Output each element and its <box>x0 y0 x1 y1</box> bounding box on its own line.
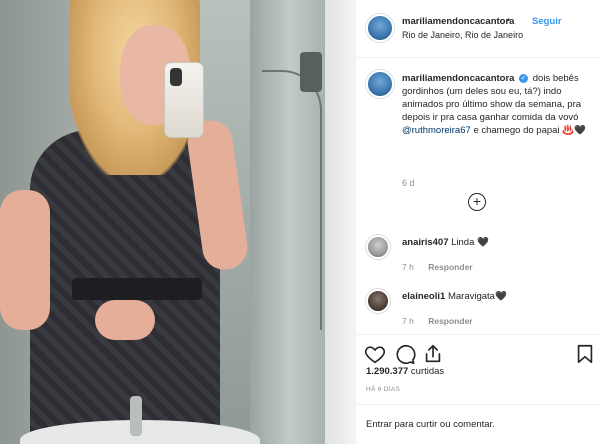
post-caption: mariliamendoncacantora ✓ dois bebês gord… <box>402 72 592 137</box>
comment-login-prompt: Entrar para curtir ou comentar. <box>356 404 600 444</box>
verified-badge-icon: ✓ <box>519 73 529 83</box>
author-avatar[interactable] <box>366 14 394 42</box>
comment-bubble-icon[interactable] <box>394 343 416 365</box>
caption-emoji: ♨️🖤 <box>562 125 586 136</box>
post-photo[interactable] <box>0 0 355 444</box>
photo-person-arm-left <box>0 190 50 330</box>
caption-timestamp[interactable]: 6 d <box>402 178 415 188</box>
likes-count[interactable]: 1.290.377 curtidas <box>366 366 444 377</box>
post-side-panel: mariliamendoncacantora • Seguir Rio de J… <box>355 0 600 444</box>
comment-meta: 7 h Responder <box>402 316 473 326</box>
comment-meta: 7 h Responder <box>402 262 473 272</box>
photo-faucet <box>130 396 142 436</box>
reply-button[interactable]: Responder <box>428 262 472 272</box>
comment-item: elaineoli1 Maravigata🖤 <box>402 291 507 302</box>
post-date[interactable]: HÁ 6 DIAS <box>366 386 400 393</box>
login-link[interactable]: Entrar <box>366 419 392 430</box>
comment-prompt-text: Entrar para curtir ou comentar. <box>366 419 495 430</box>
header-separator: • <box>507 15 511 25</box>
photo-person-belt <box>72 278 202 300</box>
photo-shower-hose <box>262 70 322 330</box>
comment-prompt-rest: para curtir ou comentar. <box>394 419 495 430</box>
photo-phone-camera <box>170 68 182 86</box>
caption-author-avatar[interactable] <box>366 70 394 98</box>
comment-text: Maravigata🖤 <box>447 291 507 302</box>
comment-time[interactable]: 7 h <box>402 316 414 326</box>
caption-text-end: e chamego do papai <box>473 125 560 136</box>
comment-text: Linda 🖤 <box>451 237 489 248</box>
follow-button[interactable]: Seguir <box>532 16 562 27</box>
photo-phone <box>164 62 204 138</box>
comment-avatar[interactable] <box>366 235 390 259</box>
heart-icon[interactable] <box>364 343 386 365</box>
comment-time[interactable]: 7 h <box>402 262 414 272</box>
comment-item: anairis407 Linda 🖤 <box>402 237 489 248</box>
caption-mention[interactable]: @ruthmoreira67 <box>402 125 471 136</box>
photo-door-frame <box>325 0 355 444</box>
likes-label: curtidas <box>410 366 445 377</box>
author-username[interactable]: mariliamendoncacantora <box>402 16 514 27</box>
share-icon[interactable] <box>422 343 444 365</box>
comment-username[interactable]: elaineoli1 <box>402 291 445 302</box>
caption-username[interactable]: mariliamendoncacantora <box>402 73 514 84</box>
load-more-comments-button[interactable]: + <box>468 193 486 211</box>
post-location[interactable]: Rio de Janeiro, Rio de Janeiro <box>402 30 523 40</box>
reply-button[interactable]: Responder <box>428 316 472 326</box>
likes-number: 1.290.377 <box>366 366 409 377</box>
comment-username[interactable]: anairis407 <box>402 237 448 248</box>
comment-avatar[interactable] <box>366 289 390 313</box>
photo-person-hand <box>95 300 155 340</box>
post-header: mariliamendoncacantora • Seguir Rio de J… <box>356 0 600 58</box>
photo-shower-fixture <box>300 52 322 92</box>
bookmark-icon[interactable] <box>574 343 596 365</box>
